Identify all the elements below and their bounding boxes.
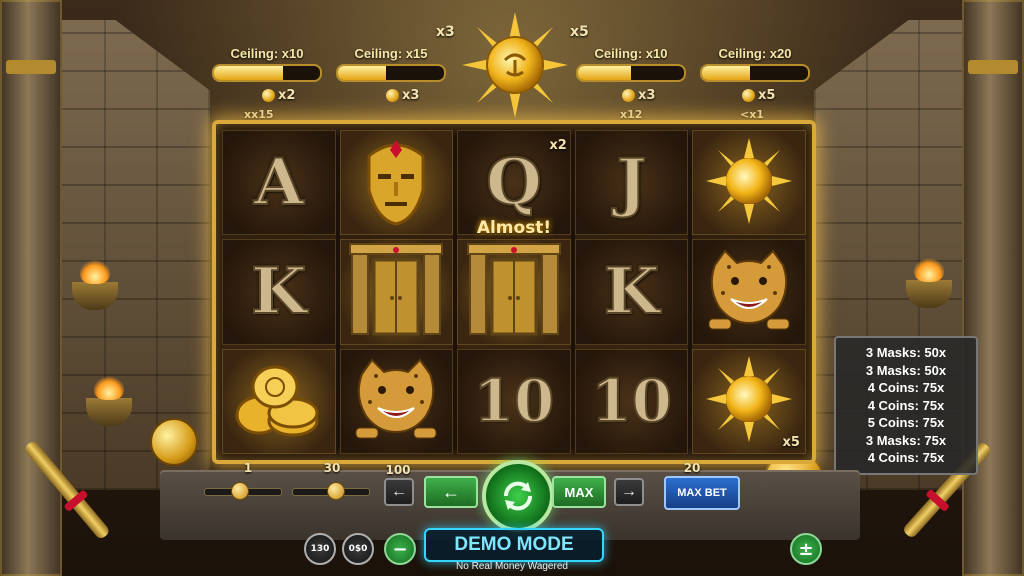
demo-disclaimer: No Real Money Wagered — [456, 561, 568, 572]
coin-icon — [262, 89, 275, 102]
reel-cell — [692, 239, 806, 345]
arrow-left-button[interactable]: ← — [384, 478, 414, 506]
balance-button-bottom: $0 — [354, 543, 368, 554]
slider-2[interactable] — [292, 482, 370, 500]
sun-icon — [462, 12, 568, 118]
reel-cell — [339, 348, 454, 454]
jaguar-icon — [348, 354, 444, 448]
mask-icon — [361, 136, 431, 230]
ceiling-label: Ceiling: x10 — [230, 46, 304, 61]
reel-2 — [339, 130, 454, 454]
ceiling-meter-2: Ceiling: x15 — [336, 46, 446, 82]
max-button[interactable]: MAX — [552, 476, 606, 508]
symbol-10: 10 — [473, 366, 556, 436]
spin-button[interactable] — [482, 460, 554, 532]
ceiling-fill — [214, 66, 283, 80]
lines-button-bottom: 30 — [316, 543, 330, 554]
ceiling-bar — [700, 64, 810, 82]
sun-icon — [704, 136, 794, 230]
paytable-row: 3 Masks: 50x — [865, 362, 947, 378]
reel-cell: 10 — [457, 348, 571, 454]
ceiling-label: Ceiling: x15 — [354, 46, 428, 61]
reel-5: x5 — [692, 130, 806, 454]
balance-button[interactable]: 0 $0 — [342, 533, 374, 565]
symbol-10: 10 — [590, 366, 673, 436]
ceiling-meter-3: Ceiling: x10 — [576, 46, 686, 82]
ceiling-bar — [212, 64, 322, 82]
coin-multiplier: x2 — [262, 88, 295, 103]
pillar-right — [962, 0, 1024, 576]
coin-multiplier-value: x2 — [278, 88, 296, 103]
door-icon — [348, 242, 444, 342]
paytable-row: 5 Coins: 75x — [867, 415, 945, 430]
paytable-row: 3 Masks: 75x — [865, 432, 947, 448]
demo-mode-badge: DEMO MODE — [424, 528, 604, 562]
ceiling-label: Ceiling: x10 — [594, 46, 668, 61]
coin-multiplier-value: x3 — [638, 88, 656, 103]
symbol-k: K — [603, 253, 661, 330]
coin-icon — [386, 89, 399, 102]
reel-cell — [222, 348, 336, 454]
reel-4: J K 10 — [574, 130, 689, 454]
slider-1[interactable] — [204, 482, 282, 500]
ceiling-fill — [702, 66, 750, 80]
bet-value: 100 — [385, 463, 411, 477]
almost-label: Almost! — [476, 218, 552, 238]
coin-multiplier: x3 — [386, 88, 419, 103]
coin-icon — [742, 89, 755, 102]
jaguar-icon — [701, 245, 797, 339]
ceiling-meter-1: Ceiling: x10 — [212, 46, 322, 82]
slider-knob[interactable] — [231, 482, 250, 500]
coin-icon — [150, 418, 198, 466]
arrow-right-button[interactable]: → — [614, 478, 644, 506]
decrease-bet-button[interactable]: ← — [424, 476, 478, 508]
coin-multiplier-value: x5 — [758, 88, 776, 103]
ceiling-label: Ceiling: x20 — [718, 46, 792, 61]
lines-button[interactable]: 1 30 — [304, 533, 336, 565]
coin-multiplier: x3 — [622, 88, 655, 103]
paytable-panel: 3 Masks: 50x 3 Masks: 50x 4 Coins: 75x 4 Co… — [834, 336, 978, 475]
pillar-left — [0, 0, 62, 576]
reel-3: Qx2 10 — [457, 130, 571, 454]
ceiling-bar — [336, 64, 446, 82]
symbol-k: K — [250, 253, 308, 330]
paytable-row: 4 Coins: 75x — [867, 397, 945, 413]
coin-multiplier-value: x3 — [402, 88, 420, 103]
paytable-row: 4 Coins: 75x — [867, 380, 945, 395]
plus-button[interactable]: ± — [790, 533, 822, 565]
symbol-multiplier-badge: x2 — [549, 138, 567, 153]
symbol-multiplier-badge: x5 — [782, 435, 800, 450]
reel-cell — [457, 239, 571, 345]
refresh-icon — [503, 481, 533, 511]
reel-1: AK — [222, 130, 336, 454]
reel-frame: A K Qx2 10 J K 10 x5 Almost! — [212, 120, 816, 464]
paytable-row: 3 Masks: 50x — [865, 345, 947, 360]
reel-cell: 10 — [574, 348, 689, 454]
sun-icon — [704, 354, 794, 448]
symbol-a: A — [253, 144, 305, 221]
reel-cell — [339, 239, 454, 345]
reel-cell: x5 — [692, 348, 806, 454]
slider-2-value: 30 — [323, 461, 341, 475]
ceiling-fill — [338, 66, 386, 80]
reel-cell: K — [574, 239, 689, 345]
paytable-row: 4 Coins: 75x — [867, 450, 945, 465]
ceiling-bar — [576, 64, 686, 82]
slider-knob[interactable] — [326, 482, 345, 500]
sun-multiplier-right: x5 — [570, 24, 589, 40]
ceiling-fill — [578, 66, 631, 80]
coin-icon — [622, 89, 635, 102]
reel-cell: K — [222, 239, 336, 345]
sun-multiplier-left: x3 — [436, 24, 455, 40]
slider-1-value: 1 — [243, 461, 253, 475]
coin-multiplier: x5 — [742, 88, 775, 103]
reels-grid: A K Qx2 10 J K 10 x5 — [222, 130, 806, 454]
door-icon — [466, 242, 562, 342]
max-bet-button[interactable]: MAX BET — [664, 476, 740, 510]
symbol-j: J — [615, 144, 647, 221]
symbol-q: Q — [485, 144, 543, 221]
max-bet-value: 20 — [683, 461, 701, 475]
coins-icon — [229, 359, 329, 443]
ceiling-meter-4: Ceiling: x20 — [700, 46, 810, 82]
